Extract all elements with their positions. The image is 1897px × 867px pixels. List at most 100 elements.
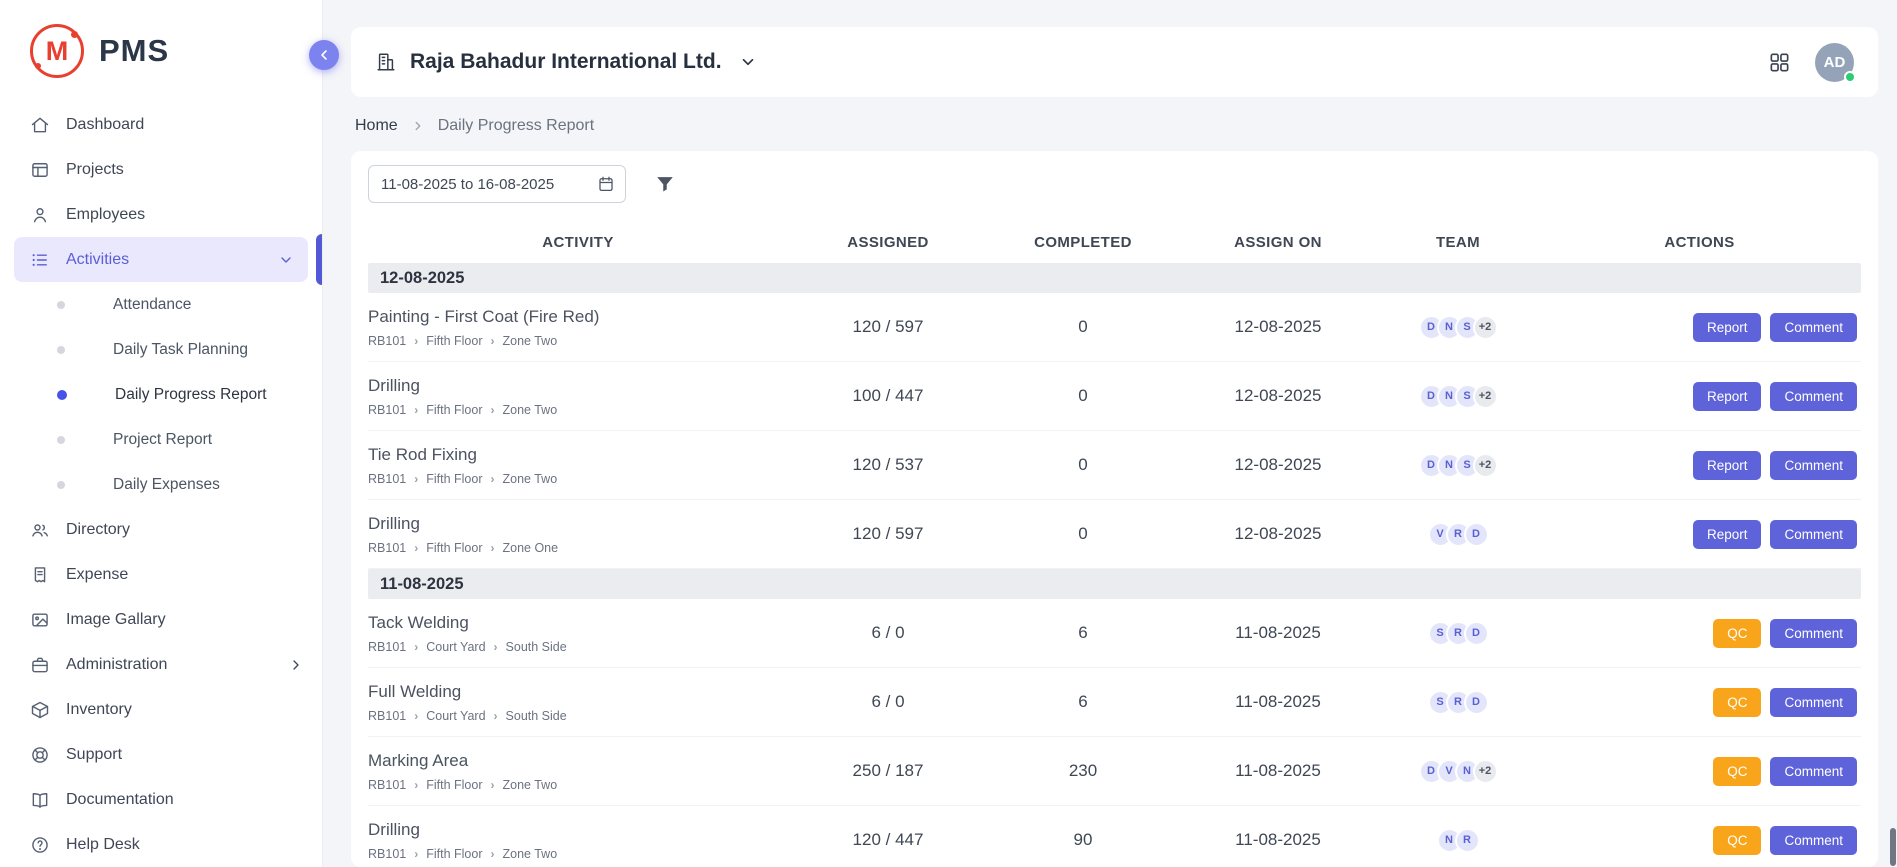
location-segment: Fifth Floor	[426, 472, 482, 486]
activity-location: RB101›Fifth Floor›Zone Two	[368, 847, 788, 861]
filter-icon[interactable]	[654, 173, 676, 195]
qc-button[interactable]: QC	[1713, 688, 1761, 717]
table-row: DrillingRB101›Fifth Floor›Zone Two120 / …	[368, 806, 1861, 867]
activity-location: RB101›Fifth Floor›Zone Two	[368, 334, 788, 348]
sidebar-item-projects[interactable]: Projects	[0, 147, 322, 192]
team-overflow-badge[interactable]: +2	[1473, 759, 1498, 784]
sidebar-item-dashboard[interactable]: Dashboard	[0, 102, 322, 147]
sidebar-item-inventory[interactable]: Inventory	[0, 687, 322, 732]
employees-icon	[30, 205, 50, 225]
team-overflow-badge[interactable]: +2	[1473, 384, 1498, 409]
activity-location: RB101›Fifth Floor›Zone Two	[368, 472, 788, 486]
apps-grid-button[interactable]	[1768, 51, 1791, 74]
app-brand[interactable]: M PMS	[0, 0, 322, 92]
chevron-left-icon	[316, 47, 332, 63]
date-group-header: 12-08-2025	[368, 263, 1861, 293]
sidebar-item-expense[interactable]: Expense	[0, 552, 322, 597]
user-avatar[interactable]: AD	[1815, 43, 1854, 82]
sidebar-item-administration[interactable]: Administration	[0, 642, 322, 687]
activity-title: Drilling	[368, 376, 788, 396]
report-button[interactable]: Report	[1693, 382, 1762, 411]
sidebar-subitem-project-report[interactable]: Project Report	[0, 417, 322, 462]
comment-button[interactable]: Comment	[1770, 520, 1857, 549]
comment-button[interactable]: Comment	[1770, 757, 1857, 786]
sidebar-subitem-daily-expenses[interactable]: Daily Expenses	[0, 462, 322, 507]
comment-button[interactable]: Comment	[1770, 688, 1857, 717]
activity-location: RB101›Fifth Floor›Zone Two	[368, 778, 788, 792]
sidebar-item-support[interactable]: Support	[0, 732, 322, 777]
activity-cell: Marking AreaRB101›Fifth Floor›Zone Two	[368, 751, 788, 792]
location-segment: Fifth Floor	[426, 541, 482, 555]
team-cell: DNS+2	[1378, 315, 1538, 340]
chevron-right-icon: ›	[414, 335, 418, 347]
sidebar-subitem-daily-task-planning[interactable]: Daily Task Planning	[0, 327, 322, 372]
column-header-activity: ACTIVITY	[368, 234, 788, 251]
comment-button[interactable]: Comment	[1770, 313, 1857, 342]
chevron-right-icon: ›	[414, 473, 418, 485]
bullet-dot-icon	[57, 390, 67, 400]
sidebar-item-help-desk[interactable]: Help Desk	[0, 822, 322, 867]
chevron-right-icon: ›	[491, 848, 495, 860]
location-segment: RB101	[368, 847, 406, 861]
team-overflow-badge[interactable]: +2	[1473, 453, 1498, 478]
actions-cell: Report Comment	[1538, 520, 1861, 549]
gallery-icon	[30, 610, 50, 630]
actions-cell: QC Comment	[1538, 826, 1861, 855]
column-header-team: TEAM	[1378, 234, 1538, 251]
location-segment: RB101	[368, 472, 406, 486]
sidebar-item-directory[interactable]: Directory	[0, 507, 322, 552]
breadcrumb: Home Daily Progress Report	[351, 97, 1878, 151]
location-segment: Zone Two	[503, 472, 558, 486]
comment-button[interactable]: Comment	[1770, 451, 1857, 480]
assign-on-value: 11-08-2025	[1178, 761, 1378, 781]
sidebar-item-image-gallary[interactable]: Image Gallary	[0, 597, 322, 642]
comment-button[interactable]: Comment	[1770, 619, 1857, 648]
sidebar-item-activities[interactable]: Activities	[14, 237, 308, 282]
breadcrumb-home[interactable]: Home	[355, 117, 398, 135]
comment-button[interactable]: Comment	[1770, 382, 1857, 411]
table-row: Tie Rod FixingRB101›Fifth Floor›Zone Two…	[368, 431, 1861, 500]
date-range-input[interactable]: 11-08-2025 to 16-08-2025	[368, 165, 626, 203]
qc-button[interactable]: QC	[1713, 619, 1761, 648]
sidebar-subitem-daily-progress-report[interactable]: Daily Progress Report	[0, 372, 322, 417]
company-selector[interactable]: Raja Bahadur International Ltd.	[375, 50, 757, 74]
team-avatar[interactable]: D	[1464, 522, 1489, 547]
assigned-value: 120 / 447	[788, 830, 988, 850]
helpdesk-icon	[30, 835, 50, 855]
chevron-right-icon	[288, 657, 304, 673]
building-icon	[375, 51, 397, 73]
report-button[interactable]: Report	[1693, 520, 1762, 549]
sidebar-subitem-attendance[interactable]: Attendance	[0, 282, 322, 327]
chevron-right-icon: ›	[491, 779, 495, 791]
assign-on-value: 11-08-2025	[1178, 692, 1378, 712]
sidebar-item-label: Help Desk	[66, 836, 140, 854]
location-segment: RB101	[368, 541, 406, 555]
expense-icon	[30, 565, 50, 585]
actions-cell: QC Comment	[1538, 757, 1861, 786]
actions-cell: QC Comment	[1538, 619, 1861, 648]
team-cell: VRD	[1378, 522, 1538, 547]
topbar: Raja Bahadur International Ltd. AD	[351, 27, 1878, 97]
team-avatar[interactable]: R	[1455, 828, 1480, 853]
sidebar-item-employees[interactable]: Employees	[0, 192, 322, 237]
team-avatar[interactable]: D	[1464, 621, 1489, 646]
team-overflow-badge[interactable]: +2	[1473, 315, 1498, 340]
qc-button[interactable]: QC	[1713, 826, 1761, 855]
activity-cell: Full WeldingRB101›Court Yard›South Side	[368, 682, 788, 723]
report-button[interactable]: Report	[1693, 313, 1762, 342]
comment-button[interactable]: Comment	[1770, 826, 1857, 855]
scrollbar-thumb[interactable]	[1890, 828, 1896, 866]
completed-value: 90	[988, 830, 1178, 850]
date-range-value: 11-08-2025 to 16-08-2025	[381, 176, 554, 193]
sidebar-item-documentation[interactable]: Documentation	[0, 777, 322, 822]
activity-location: RB101›Fifth Floor›Zone Two	[368, 403, 788, 417]
completed-value: 0	[988, 524, 1178, 544]
report-button[interactable]: Report	[1693, 451, 1762, 480]
location-segment: Fifth Floor	[426, 403, 482, 417]
sidebar-collapse-button[interactable]	[309, 40, 339, 70]
documentation-icon	[30, 790, 50, 810]
chevron-right-icon: ›	[491, 404, 495, 416]
team-avatar[interactable]: D	[1464, 690, 1489, 715]
qc-button[interactable]: QC	[1713, 757, 1761, 786]
sidebar-subitem-label: Attendance	[113, 296, 191, 314]
